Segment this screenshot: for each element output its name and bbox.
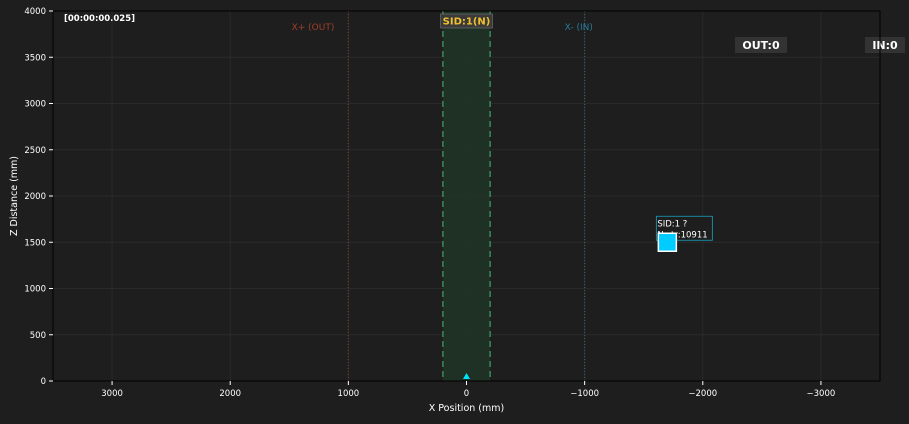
- x-tick-label: 1000: [338, 389, 360, 399]
- in-zone-label: X- (IN): [565, 23, 593, 33]
- y-tick-label: 1500: [24, 238, 46, 248]
- x-tick-label: −3000: [807, 389, 836, 399]
- in-counter: IN:0: [872, 39, 898, 52]
- out-zone-label: X+ (OUT): [292, 23, 335, 33]
- y-tick-label: 1000: [24, 285, 46, 295]
- x-axis-label: X Position (mm): [429, 403, 504, 414]
- x-tick-label: −1000: [570, 389, 599, 399]
- band-label: SID:1(N): [443, 17, 491, 28]
- y-axis-label: Z Distance (mm): [9, 156, 20, 236]
- y-tick-label: 500: [30, 331, 46, 341]
- y-tick-label: 3500: [24, 53, 46, 63]
- y-tick-label: 0: [41, 377, 46, 387]
- timestamp: [00:00:00.025]: [64, 14, 135, 24]
- tracked-object-point: [657, 232, 678, 252]
- x-tick-label: 0: [464, 389, 469, 399]
- x-tick-label: −2000: [688, 389, 717, 399]
- chart-stage: X+ (OUT) X- (IN) SID:1(N) [00:00:00.025] OUT…: [0, 0, 909, 420]
- x-tick-label: 3000: [101, 389, 123, 399]
- y-tick-label: 2500: [24, 146, 46, 156]
- position-chart: X+ (OUT) X- (IN) SID:1(N) [00:00:00.025] OUT…: [9, 7, 905, 414]
- y-tick-label: 2000: [24, 192, 46, 202]
- out-counter: OUT:0: [742, 39, 780, 52]
- point-label-line1: SID:1 ?: [657, 219, 687, 229]
- center-zone-band: [442, 11, 491, 381]
- x-tick-label: 2000: [219, 389, 241, 399]
- y-tick-label: 3000: [24, 100, 46, 110]
- y-tick-label: 4000: [24, 7, 46, 17]
